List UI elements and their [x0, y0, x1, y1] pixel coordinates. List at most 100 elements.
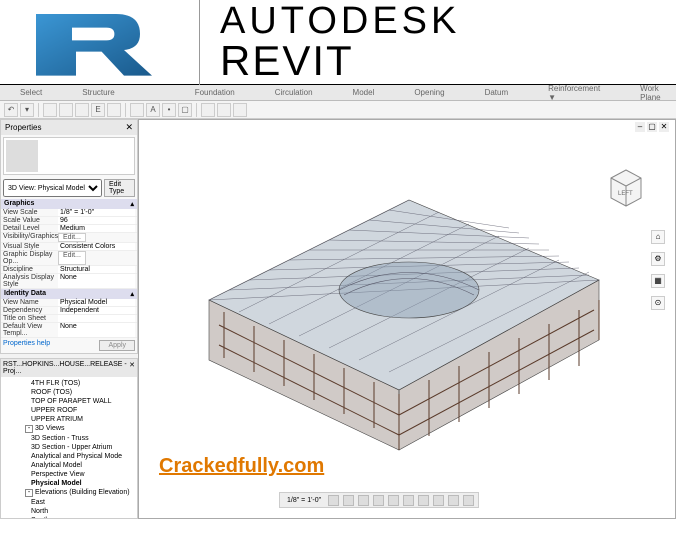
prop-value[interactable]: 1/8" = 1'-0": [58, 209, 135, 216]
qat-dropdown-icon[interactable]: ▾: [20, 103, 34, 117]
prop-value[interactable]: [58, 315, 135, 322]
view-selector[interactable]: 3D View: Physical Model: [3, 179, 102, 197]
tree-item[interactable]: -3D Views: [3, 424, 135, 434]
close-icon[interactable]: ✕: [659, 122, 669, 132]
qat-text-icon[interactable]: A: [146, 103, 160, 117]
qat-undo-icon[interactable]: ↶: [4, 103, 18, 117]
ribbon-tab-reinforcement[interactable]: Reinforcement ▼: [528, 82, 620, 104]
prop-row[interactable]: Visibility/GraphicsEdit...: [1, 233, 137, 243]
view-canvas[interactable]: ‒ ▢ ✕ LEFT ⌂ ⚙ ▦ ⊙: [138, 119, 676, 519]
sb-icon[interactable]: [418, 495, 429, 506]
ribbon-tab-structure[interactable]: Structure: [62, 86, 134, 99]
ribbon-tab-model[interactable]: Model: [333, 86, 395, 99]
project-tree[interactable]: 4TH FLR (TOS)ROOF (TOS)TOP OF PARAPET WA…: [1, 377, 137, 519]
sb-icon[interactable]: [388, 495, 399, 506]
section-header[interactable]: Identity Data: [4, 290, 46, 298]
prop-row[interactable]: DependencyIndependent: [1, 307, 137, 315]
tree-item[interactable]: UPPER ATRIUM: [3, 415, 135, 424]
ribbon-tab-workplane[interactable]: Work Plane: [620, 82, 676, 104]
close-icon[interactable]: ✕: [129, 361, 135, 375]
qat-btn[interactable]: [59, 103, 73, 117]
tree-item[interactable]: 3D Section - Upper Atrium: [3, 443, 135, 452]
prop-value[interactable]: Medium: [58, 225, 135, 232]
sb-icon[interactable]: [358, 495, 369, 506]
nav-home-icon[interactable]: ⌂: [651, 230, 665, 244]
sb-icon[interactable]: [343, 495, 354, 506]
close-icon[interactable]: ✕: [125, 122, 133, 133]
edit-type-button[interactable]: Edit Type: [104, 179, 135, 197]
prop-row[interactable]: Detail LevelMedium: [1, 225, 137, 233]
sb-icon[interactable]: [448, 495, 459, 506]
section-header[interactable]: Graphics: [4, 200, 34, 208]
maximize-icon[interactable]: ▢: [647, 122, 657, 132]
tree-item[interactable]: 3D Section - Truss: [3, 434, 135, 443]
prop-row[interactable]: Graphic Display Op...Edit...: [1, 251, 137, 266]
prop-row[interactable]: DisciplineStructural: [1, 266, 137, 274]
nav-zoom-icon[interactable]: ⊙: [651, 296, 665, 310]
qat-btn[interactable]: [217, 103, 231, 117]
expand-icon[interactable]: -: [25, 425, 33, 433]
sb-icon[interactable]: [328, 495, 339, 506]
sb-icon[interactable]: [403, 495, 414, 506]
expand-icon[interactable]: -: [25, 489, 33, 497]
tree-item[interactable]: ROOF (TOS): [3, 388, 135, 397]
tree-item[interactable]: -Elevations (Building Elevation): [3, 488, 135, 498]
prop-value[interactable]: Independent: [58, 307, 135, 314]
ribbon-tab-foundation[interactable]: Foundation: [175, 86, 255, 99]
ribbon-tab-datum[interactable]: Datum: [465, 86, 529, 99]
prop-value[interactable]: Edit...: [58, 233, 86, 242]
prop-row[interactable]: Scale Value96: [1, 217, 137, 225]
tree-item[interactable]: UPPER ROOF: [3, 406, 135, 415]
prop-value[interactable]: None: [58, 323, 135, 337]
tree-label: Elevations (Building Elevation): [35, 489, 130, 496]
sb-icon[interactable]: [373, 495, 384, 506]
tree-item[interactable]: 4TH FLR (TOS): [3, 379, 135, 388]
prop-row[interactable]: Analysis Display StyleNone: [1, 274, 137, 289]
qat-btn[interactable]: E: [91, 103, 105, 117]
chevron-icon[interactable]: ▴: [130, 290, 134, 298]
tree-item[interactable]: North: [3, 507, 135, 516]
building-model: [149, 140, 629, 480]
prop-row[interactable]: Default View Templ...None: [1, 323, 137, 338]
tree-item[interactable]: South: [3, 516, 135, 519]
tree-item[interactable]: Analytical and Physical Mode: [3, 452, 135, 461]
properties-help-link[interactable]: Properties help: [3, 340, 50, 351]
brand-text: AUTODESK REVIT: [200, 2, 676, 82]
prop-row[interactable]: View Scale1/8" = 1'-0": [1, 209, 137, 217]
nav-pan-icon[interactable]: ▦: [651, 274, 665, 288]
nav-wheel-icon[interactable]: ⚙: [651, 252, 665, 266]
sb-icon[interactable]: [463, 495, 474, 506]
ribbon-tab-circulation[interactable]: Circulation: [255, 86, 333, 99]
ribbon-tab-select[interactable]: Select: [0, 86, 62, 99]
qat-btn[interactable]: [43, 103, 57, 117]
apply-button[interactable]: Apply: [99, 340, 135, 351]
prop-value[interactable]: 96: [58, 217, 135, 224]
prop-row[interactable]: Title on Sheet: [1, 315, 137, 323]
tree-label: UPPER ATRIUM: [31, 416, 83, 423]
qat-btn[interactable]: •: [162, 103, 176, 117]
tree-item[interactable]: East: [3, 498, 135, 507]
tree-item[interactable]: Perspective View: [3, 470, 135, 479]
prop-value[interactable]: Physical Model: [58, 299, 135, 306]
chevron-icon[interactable]: ▴: [130, 200, 134, 208]
minimize-icon[interactable]: ‒: [635, 122, 645, 132]
qat-btn[interactable]: ▢: [178, 103, 192, 117]
prop-value[interactable]: Consistent Colors: [58, 243, 135, 250]
tree-item[interactable]: Analytical Model: [3, 461, 135, 470]
prop-value[interactable]: Structural: [58, 266, 135, 273]
prop-value[interactable]: Edit...: [58, 251, 86, 265]
tree-item[interactable]: Physical Model: [3, 479, 135, 488]
prop-label: Dependency: [3, 307, 58, 314]
sb-icon[interactable]: [433, 495, 444, 506]
qat-btn[interactable]: [233, 103, 247, 117]
qat-btn[interactable]: [75, 103, 89, 117]
prop-row[interactable]: Visual StyleConsistent Colors: [1, 243, 137, 251]
tree-item[interactable]: TOP OF PARAPET WALL: [3, 397, 135, 406]
qat-btn[interactable]: [130, 103, 144, 117]
prop-value[interactable]: None: [58, 274, 135, 288]
prop-row[interactable]: View NamePhysical Model: [1, 299, 137, 307]
scale-display[interactable]: 1/8" = 1'-0": [284, 497, 324, 504]
qat-btn[interactable]: [201, 103, 215, 117]
ribbon-tab-opening[interactable]: Opening: [394, 86, 464, 99]
qat-btn[interactable]: [107, 103, 121, 117]
